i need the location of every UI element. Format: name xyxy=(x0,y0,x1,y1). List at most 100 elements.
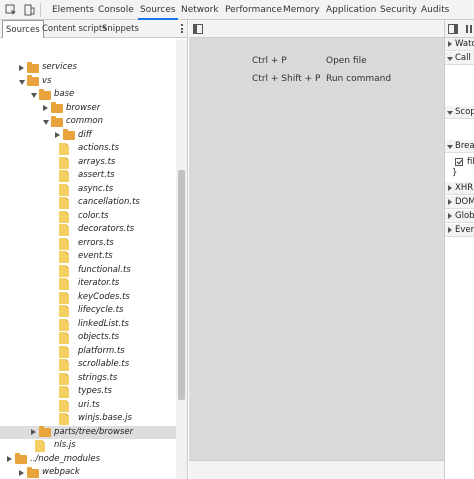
tree-file[interactable]: nls.js xyxy=(0,439,176,453)
tree-file[interactable]: cancellation.ts xyxy=(0,196,176,210)
tab-audits[interactable]: Audits xyxy=(421,0,449,20)
tree-file[interactable]: color.ts xyxy=(0,210,176,224)
tree-file[interactable]: async.ts xyxy=(0,183,176,197)
toggle-debugger-icon[interactable] xyxy=(448,24,458,34)
tree-folder[interactable]: services xyxy=(0,61,176,75)
editor-status-bar xyxy=(189,460,444,479)
devtools-toolbar: Elements Console Sources Network Perform… xyxy=(0,0,474,20)
tree-file[interactable]: uri.ts xyxy=(0,399,176,413)
tree-file[interactable]: actions.ts xyxy=(0,142,176,156)
tab-application[interactable]: Application xyxy=(326,0,376,20)
tree-folder[interactable]: browser xyxy=(0,102,176,116)
pane-call-stack[interactable]: Call xyxy=(445,52,474,65)
tree-item-label: scrollable.ts xyxy=(78,359,130,369)
chevron-right-icon[interactable] xyxy=(19,469,24,476)
pane-breakpoints[interactable]: Brea xyxy=(445,140,474,153)
navigator-scrollbar[interactable] xyxy=(176,40,187,479)
tree-item-label: objects.ts xyxy=(78,332,120,342)
chevron-right-icon[interactable] xyxy=(7,456,12,462)
tree-item-label: color.ts xyxy=(78,210,109,221)
tab-performance[interactable]: Performance xyxy=(225,0,282,20)
chevron-down-icon[interactable] xyxy=(19,79,25,85)
debugger-toolbar xyxy=(445,20,474,38)
tab-security[interactable]: Security xyxy=(380,0,417,20)
tree-folder[interactable]: common xyxy=(0,115,176,129)
breakpoint-checkbox[interactable] xyxy=(455,158,463,166)
breakpoint-code-brace: } xyxy=(452,168,458,178)
tab-memory[interactable]: Memory xyxy=(283,0,320,20)
toggle-navigator-icon[interactable] xyxy=(193,24,203,34)
tree-file[interactable]: strings.ts xyxy=(0,372,176,386)
tab-console[interactable]: Console xyxy=(98,0,134,20)
device-toolbar-icon[interactable] xyxy=(23,4,35,16)
shortcut-keys: Ctrl + P xyxy=(252,56,287,66)
tree-file[interactable]: linkedList.ts xyxy=(0,318,176,332)
folder-icon xyxy=(27,61,39,73)
tree-file[interactable]: iterator.ts xyxy=(0,277,176,291)
file-icon xyxy=(59,156,69,169)
chevron-right-icon[interactable] xyxy=(19,64,24,71)
folder-icon xyxy=(51,102,63,113)
tree-file[interactable]: event.ts xyxy=(0,250,176,264)
tree-file[interactable]: lifecycle.ts xyxy=(0,304,176,318)
chevron-right-icon xyxy=(448,213,452,219)
folder-icon xyxy=(27,75,39,86)
pane-scope[interactable]: Scop xyxy=(445,106,474,119)
tree-item-label: linkedList.ts xyxy=(78,318,129,329)
navigator-tab-snippets[interactable]: Snippets xyxy=(102,20,139,38)
tree-file[interactable]: errors.ts xyxy=(0,237,176,251)
tree-file[interactable]: keyCodes.ts xyxy=(0,291,176,305)
editor-area: Ctrl + P Open file Ctrl + Shift + P Run … xyxy=(189,20,444,479)
tree-file[interactable]: scrollable.ts xyxy=(0,358,176,372)
navigator-scrollbar-thumb[interactable] xyxy=(178,170,185,400)
tree-file[interactable]: platform.ts xyxy=(0,345,176,359)
tree-item-label: nls.js xyxy=(54,440,76,450)
file-tree: services vs base browser common diff actions.t… xyxy=(0,40,176,479)
folder-icon xyxy=(39,88,51,100)
chevron-down-icon xyxy=(447,145,453,152)
chevron-down-icon[interactable] xyxy=(43,120,49,125)
pause-icon[interactable] xyxy=(464,24,474,34)
pane-event-listener-breakpoints[interactable]: Even xyxy=(445,224,474,237)
inspect-element-icon[interactable] xyxy=(5,4,17,16)
tree-item-label: base xyxy=(54,89,75,99)
tree-item-label: common xyxy=(66,116,104,126)
tree-file[interactable]: assert.ts xyxy=(0,169,176,183)
navigator-tabs: Sources Content scripts Snippets xyxy=(0,20,187,38)
tree-item-label: parts/tree/browser xyxy=(54,426,134,437)
shortcut-action: Run command xyxy=(326,74,392,84)
more-options-icon[interactable] xyxy=(181,23,184,34)
chevron-down-icon[interactable] xyxy=(31,93,37,98)
file-icon xyxy=(59,359,69,371)
tree-item-label: functional.ts xyxy=(78,264,131,275)
chevron-right-icon[interactable] xyxy=(43,105,48,111)
tab-sources[interactable]: Sources xyxy=(138,0,178,20)
tree-folder[interactable]: parts/tree/browser xyxy=(0,425,176,439)
tree-folder[interactable]: webpack xyxy=(0,466,176,479)
file-icon xyxy=(59,224,69,236)
tree-item-label: decorators.ts xyxy=(78,224,135,234)
pane-xhr-breakpoints[interactable]: XHR xyxy=(445,182,474,195)
pane-dom-breakpoints[interactable]: DOM xyxy=(445,196,474,209)
tree-folder[interactable]: base xyxy=(0,88,176,102)
navigator-tab-content-scripts[interactable]: Content scripts xyxy=(42,20,107,38)
tree-file[interactable]: winjs.base.js xyxy=(0,412,176,426)
tree-file[interactable]: objects.ts xyxy=(0,331,176,345)
tree-file[interactable]: types.ts xyxy=(0,385,176,399)
tree-folder[interactable]: ../node_modules xyxy=(0,453,176,467)
tree-file[interactable]: functional.ts xyxy=(0,264,176,278)
tab-network[interactable]: Network xyxy=(181,0,219,20)
tree-item-label: platform.ts xyxy=(78,345,125,356)
tree-file[interactable]: arrays.ts xyxy=(0,156,176,170)
tree-file[interactable]: decorators.ts xyxy=(0,223,176,237)
pane-watch[interactable]: Watc xyxy=(445,38,474,51)
chevron-right-icon[interactable] xyxy=(55,132,60,138)
pane-global-listeners[interactable]: Glob xyxy=(445,210,474,223)
file-icon xyxy=(59,332,69,344)
chevron-right-icon[interactable] xyxy=(31,429,36,435)
file-icon xyxy=(59,345,69,358)
tree-folder[interactable]: vs xyxy=(0,75,176,89)
tree-folder[interactable]: diff xyxy=(0,129,176,143)
tab-elements[interactable]: Elements xyxy=(52,0,94,20)
navigator-tab-sources[interactable]: Sources xyxy=(2,20,44,38)
